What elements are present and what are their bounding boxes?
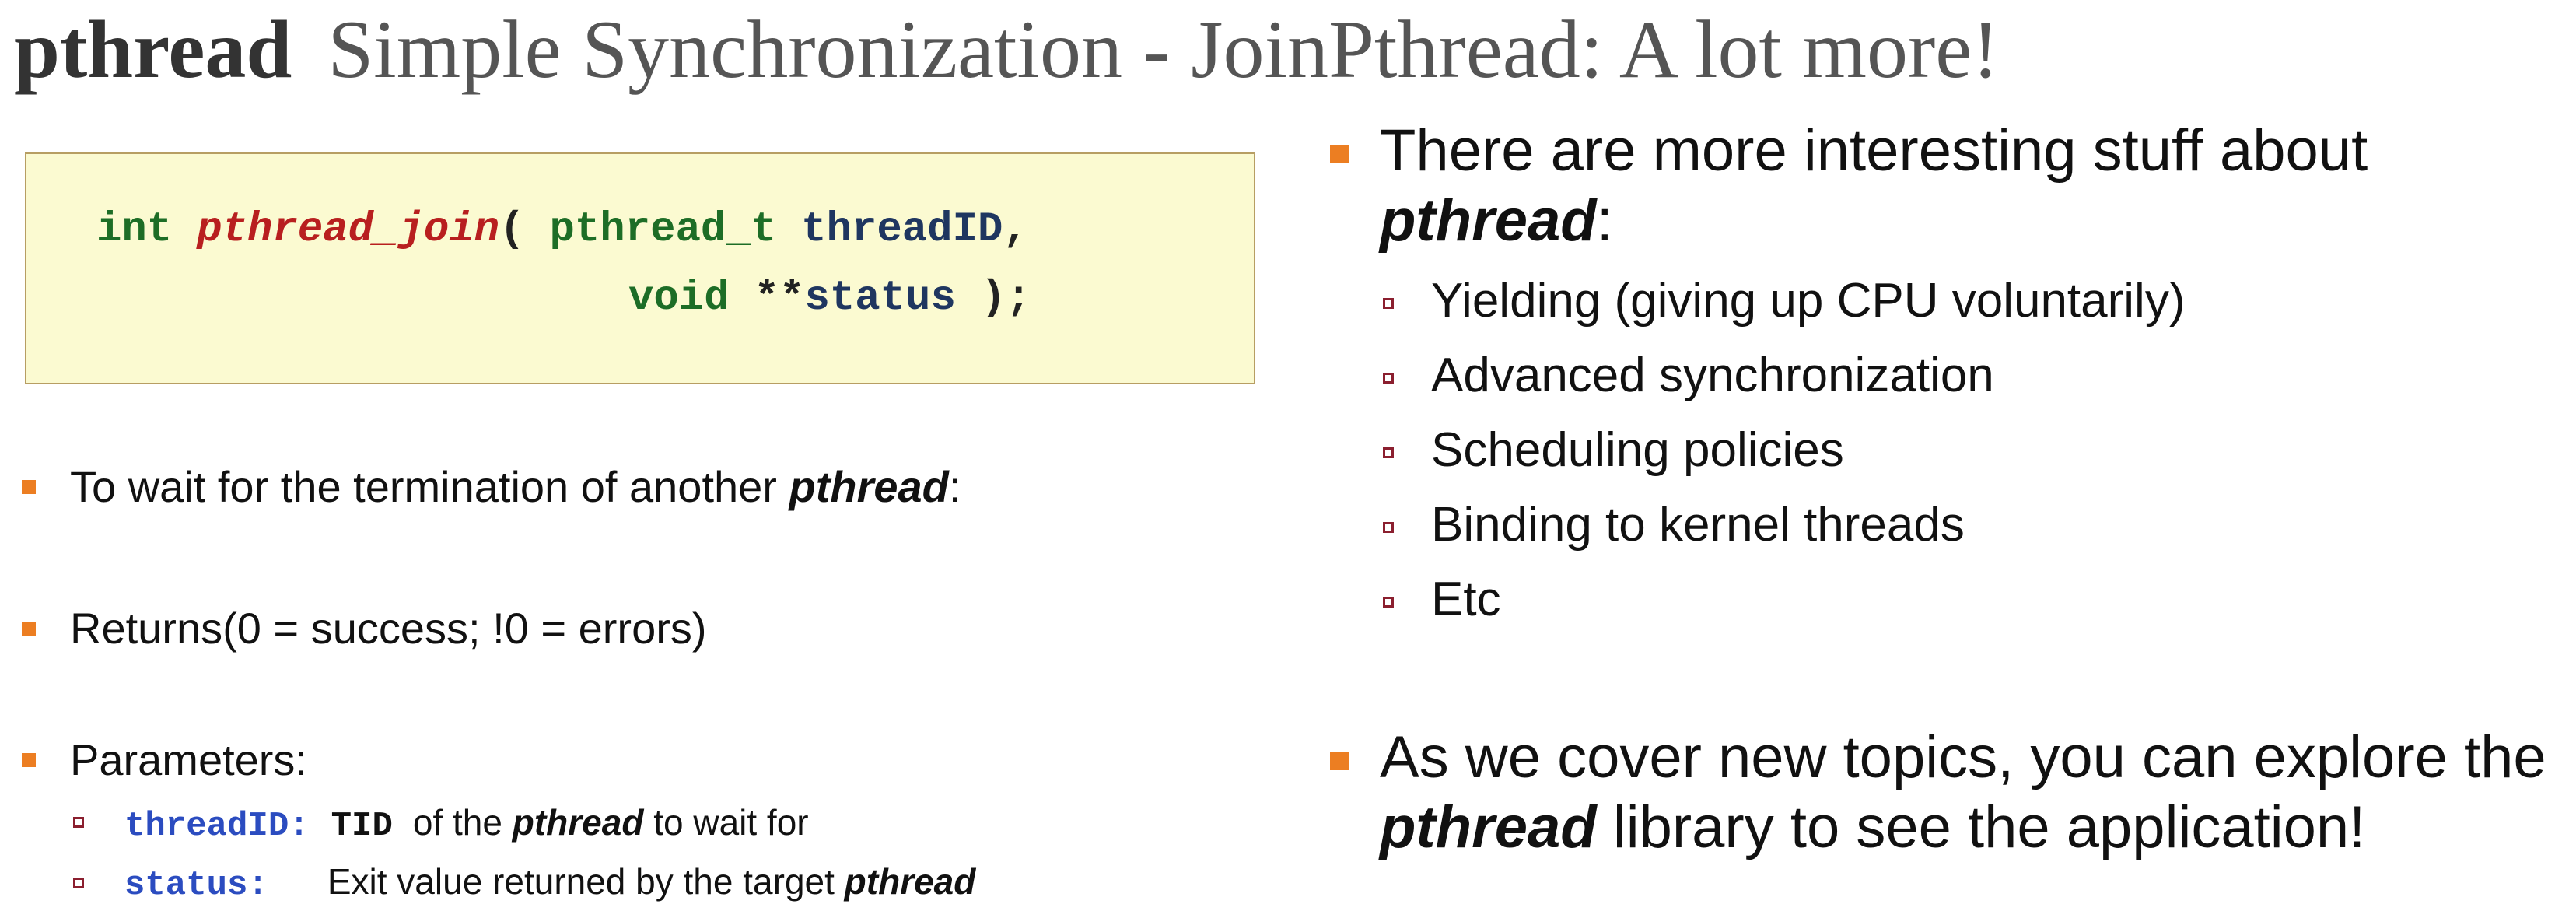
param-threadid-name: threadID: (124, 807, 310, 846)
left-slide-title: pthread Simple Synchronization - Join (14, 4, 1328, 96)
right-bullet-explore-tail: library to see the application! (1596, 794, 2366, 860)
param-status-text: Exit value returned by the target (327, 861, 845, 902)
bullet-icon (22, 753, 36, 767)
code-type-pthread-t: pthread_t (549, 206, 777, 254)
code-line-2: void **status); (628, 275, 1031, 321)
code-box: int pthread_join( pthread_t threadID, void *… (25, 152, 1255, 384)
code-function-name: pthread_join (197, 206, 500, 254)
left-bullet-returns: Returns(0 = success; !0 = errors) (70, 604, 707, 653)
sub-bullet-icon (73, 878, 84, 888)
right-subitem-etc: Etc (1431, 573, 1501, 626)
sub-bullet-icon (73, 817, 84, 828)
param-threadid-tail: to wait for (643, 802, 809, 843)
right-subitem-advanced-sync: Advanced synchronization (1431, 349, 1994, 402)
code-close: ); (980, 275, 1031, 322)
right-bullet-explore-em: pthread (1380, 794, 1597, 860)
param-threadid-em: pthread (512, 802, 644, 843)
sub-bullet-icon (1383, 597, 1394, 608)
bullet-icon (22, 480, 36, 494)
code-param-status: status (804, 275, 956, 322)
code-line-1: int pthread_join( pthread_t threadID, (96, 207, 1028, 253)
bullet-icon (1330, 145, 1349, 163)
bullet-icon (1330, 752, 1349, 770)
left-bullet-wait-em: pthread (789, 462, 949, 511)
param-threadid-tid: TID (331, 807, 393, 846)
right-bullet-more: There are more interesting stuff about (1380, 117, 2368, 184)
right-bullet-explore: As we cover new topics, you can explore … (1380, 724, 2546, 790)
right-slide-title: Pthread: A lot more! (1328, 4, 2000, 95)
code-stars: ** (754, 275, 805, 322)
code-comma: , (1003, 206, 1028, 254)
right-subitem-yielding: Yielding (giving up CPU voluntarily) (1431, 274, 2186, 328)
left-bullet-wait-text: To wait for the termination of another (70, 462, 789, 511)
code-keyword-int: int (96, 206, 173, 254)
sub-bullet-icon (1383, 373, 1394, 384)
code-keyword-void: void (628, 275, 730, 322)
code-paren-open: ( (499, 206, 525, 254)
param-status-em: pthread (844, 861, 976, 902)
left-title-rest: Simple Synchronization - Join (327, 4, 1328, 95)
left-bullet-parameters: Parameters: (70, 735, 307, 784)
left-bullet-wait-tail: : (948, 462, 961, 511)
right-subitem-binding: Binding to kernel threads (1431, 498, 1965, 552)
right-bullet-more-em: pthread (1380, 187, 1597, 254)
param-threadid-row: threadID: TID of the pthread to wait for (124, 801, 809, 847)
right-subitem-scheduling: Scheduling policies (1431, 423, 1844, 477)
param-status-name: status: (124, 866, 268, 905)
param-threadid-text: of the (412, 802, 513, 843)
bullet-icon (22, 622, 36, 636)
right-bullet-explore-line2: pthread library to see the application! (1380, 792, 2365, 863)
sub-bullet-icon (1383, 298, 1394, 309)
sub-bullet-icon (1383, 522, 1394, 533)
left-bullet-wait: To wait for the termination of another p… (70, 461, 961, 513)
right-bullet-more-line2: pthread: (1380, 185, 1613, 256)
param-status-row: status: Exit value returned by the target… (124, 860, 975, 906)
sub-bullet-icon (1383, 447, 1394, 458)
left-title-bold: pthread (14, 4, 292, 95)
code-param-threadid: threadID (801, 206, 1003, 254)
right-bullet-more-tail: : (1596, 187, 1613, 254)
